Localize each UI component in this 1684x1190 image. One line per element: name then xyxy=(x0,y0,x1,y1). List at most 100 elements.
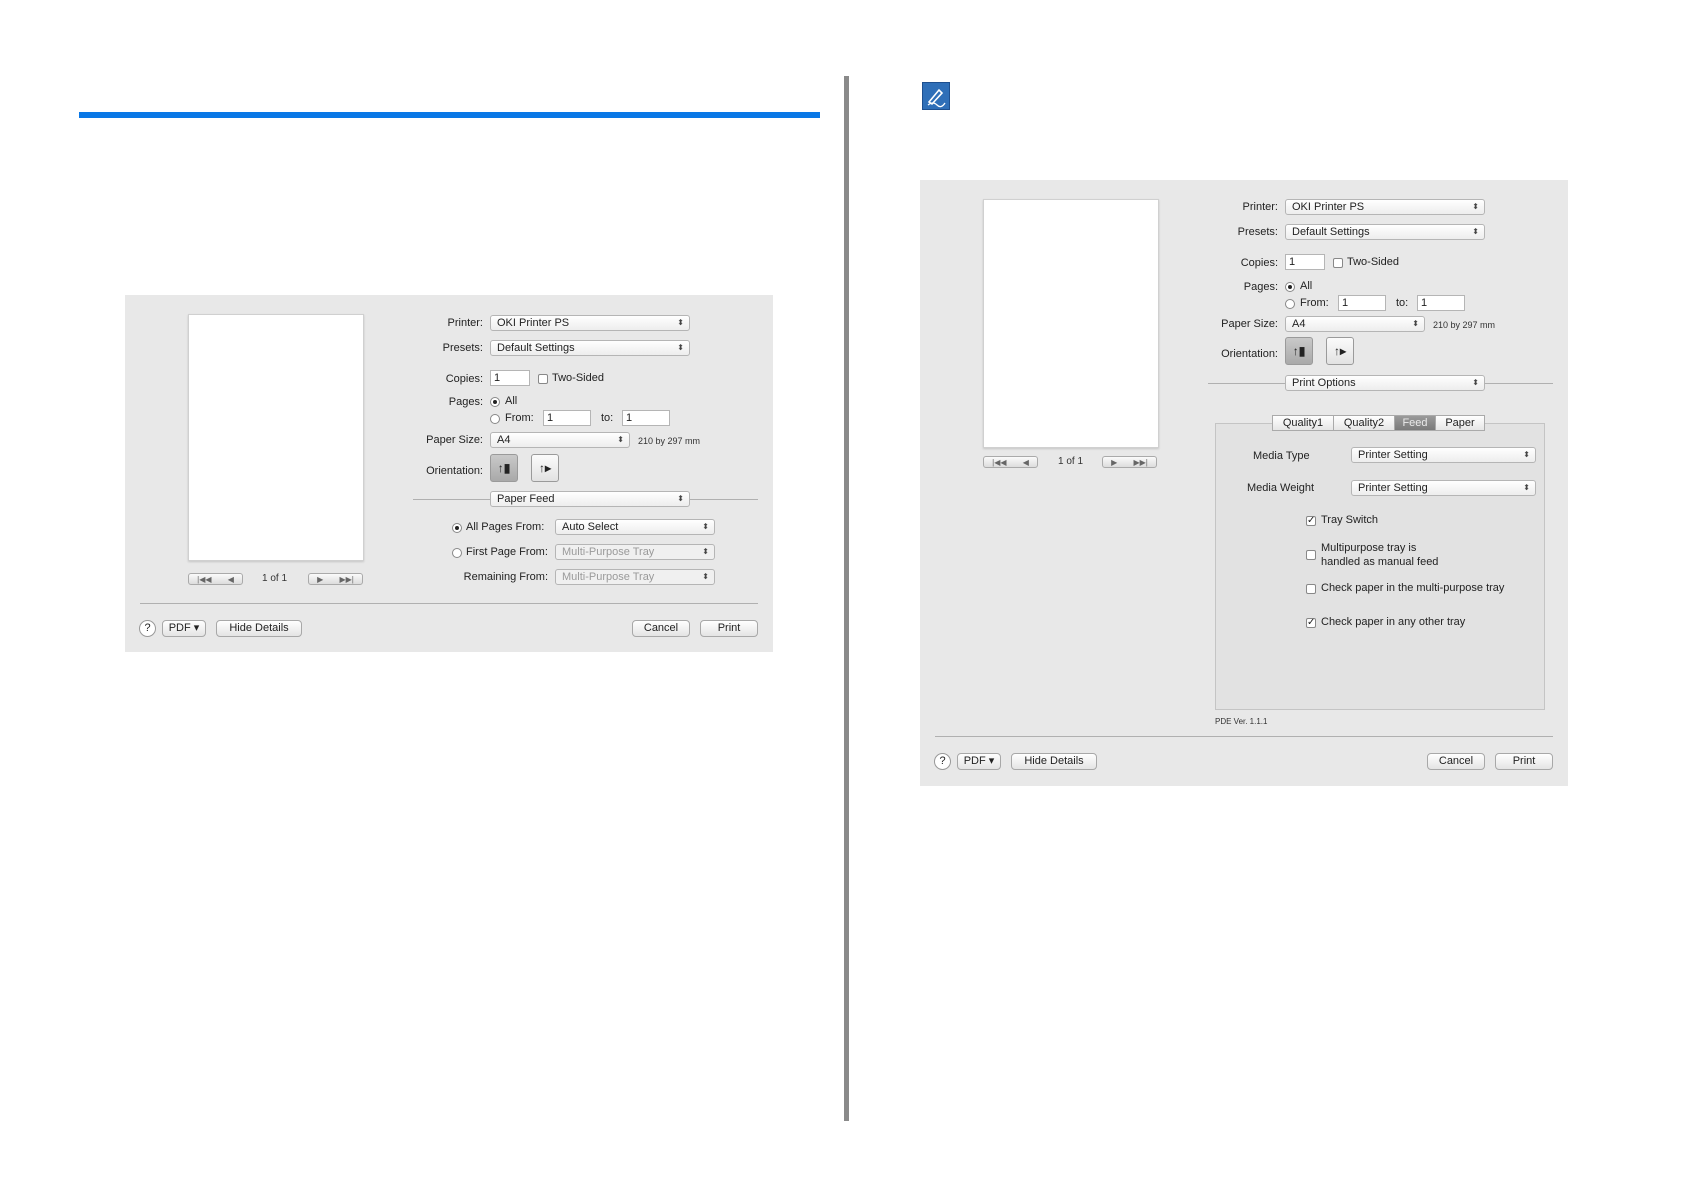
tab-feed[interactable]: Feed xyxy=(1394,415,1436,431)
landscape-orientation-icon[interactable]: ↑▸ xyxy=(531,454,559,482)
remaining-from-select[interactable]: Multi-Purpose Tray ⬍ xyxy=(555,569,715,585)
copies-field[interactable]: 1 xyxy=(490,370,530,386)
preview-next-buttons[interactable]: ▶ ▶▶| xyxy=(1102,456,1157,468)
updown-arrow-icon: ⬍ xyxy=(702,547,709,556)
section-select[interactable]: Paper Feed ⬍ xyxy=(490,491,690,507)
section-select[interactable]: Print Options ⬍ xyxy=(1285,375,1485,391)
presets-select-value: Default Settings xyxy=(497,342,575,354)
pages-all-radio[interactable] xyxy=(490,397,500,407)
remaining-from-value: Multi-Purpose Tray xyxy=(562,571,655,583)
hide-details-button[interactable]: Hide Details xyxy=(216,620,302,637)
preview-prev-buttons[interactable]: |◀◀ ◀ xyxy=(983,456,1038,468)
print-dialog-print-options: |◀◀ ◀ 1 of 1 ▶ ▶▶| Printer: OKI Printer PS… xyxy=(920,180,1568,786)
paper-dimensions: 210 by 297 mm xyxy=(1433,320,1496,330)
portrait-orientation-icon[interactable]: ↑▮ xyxy=(490,454,518,482)
updown-arrow-icon: ⬍ xyxy=(677,318,684,327)
hide-details-button[interactable]: Hide Details xyxy=(1011,753,1097,770)
check-other-tray-label: Check paper in any other tray xyxy=(1321,616,1466,628)
pages-from-radio[interactable] xyxy=(1285,299,1295,309)
check-mp-tray-checkbox[interactable] xyxy=(1306,584,1316,594)
column-divider xyxy=(844,76,849,1121)
pages-to-label: to: xyxy=(601,412,614,424)
two-sided-checkbox[interactable] xyxy=(1333,258,1343,268)
orientation-label: Orientation: xyxy=(1221,348,1278,360)
printer-label: Printer: xyxy=(1242,201,1278,213)
updown-arrow-icon: ⬍ xyxy=(1523,483,1530,492)
page-preview xyxy=(188,314,364,561)
manual-feed-checkbox[interactable] xyxy=(1306,550,1316,560)
tab-paper[interactable]: Paper xyxy=(1435,415,1485,431)
all-pages-from-label: All Pages From: xyxy=(466,521,545,533)
media-type-label: Media Type xyxy=(1253,450,1310,462)
printer-select[interactable]: OKI Printer PS ⬍ xyxy=(490,315,690,331)
pages-from-field[interactable]: 1 xyxy=(543,410,591,426)
pdf-button[interactable]: PDF ▾ xyxy=(162,620,206,637)
note-icon xyxy=(922,82,950,110)
first-page-from-radio[interactable] xyxy=(452,548,462,558)
tab-quality2[interactable]: Quality2 xyxy=(1333,415,1395,431)
cancel-button[interactable]: Cancel xyxy=(1427,753,1485,770)
pdf-button-label: PDF xyxy=(963,755,986,767)
orientation-label: Orientation: xyxy=(426,465,483,477)
landscape-orientation-icon[interactable]: ↑▸ xyxy=(1326,337,1354,365)
presets-select[interactable]: Default Settings ⬍ xyxy=(1285,224,1485,240)
preview-next-buttons[interactable]: ▶ ▶▶| xyxy=(308,573,363,585)
pages-all-label: All xyxy=(1300,280,1313,292)
help-button[interactable]: ? xyxy=(934,753,951,770)
preview-page-count: 1 of 1 xyxy=(1058,456,1084,467)
pages-all-radio[interactable] xyxy=(1285,282,1295,292)
printer-select-value: OKI Printer PS xyxy=(497,317,570,329)
paper-size-select[interactable]: A4 ⬍ xyxy=(1285,316,1425,332)
paper-dimensions: 210 by 297 mm xyxy=(638,436,701,446)
help-button[interactable]: ? xyxy=(139,620,156,637)
presets-label: Presets: xyxy=(442,342,483,354)
media-weight-select[interactable]: Printer Setting ⬍ xyxy=(1351,480,1536,496)
check-other-tray-checkbox[interactable]: ✓ xyxy=(1306,618,1316,628)
pde-version: PDE Ver. 1.1.1 xyxy=(1215,717,1268,726)
updown-arrow-icon: ⬍ xyxy=(677,494,684,503)
preview-prev-buttons[interactable]: |◀◀ ◀ xyxy=(188,573,243,585)
remaining-from-label: Remaining From: xyxy=(463,571,548,583)
section-select-value: Print Options xyxy=(1292,377,1356,389)
media-type-value: Printer Setting xyxy=(1358,449,1428,461)
two-sided-checkbox[interactable] xyxy=(538,374,548,384)
updown-arrow-icon: ⬍ xyxy=(702,522,709,531)
section-select-value: Paper Feed xyxy=(497,493,555,505)
copies-field[interactable]: 1 xyxy=(1285,254,1325,270)
pages-to-field[interactable]: 1 xyxy=(622,410,670,426)
print-button[interactable]: Print xyxy=(1495,753,1553,770)
presets-select[interactable]: Default Settings ⬍ xyxy=(490,340,690,356)
print-dialog-paper-feed: |◀◀ ◀ 1 of 1 ▶ ▶▶| Printer: OKI Printer PS… xyxy=(125,295,773,652)
pages-to-label: to: xyxy=(1396,297,1409,309)
print-button[interactable]: Print xyxy=(700,620,758,637)
media-type-select[interactable]: Printer Setting ⬍ xyxy=(1351,447,1536,463)
printer-select[interactable]: OKI Printer PS ⬍ xyxy=(1285,199,1485,215)
all-pages-from-select[interactable]: Auto Select ⬍ xyxy=(555,519,715,535)
all-pages-from-value: Auto Select xyxy=(562,521,619,533)
all-pages-from-radio[interactable] xyxy=(452,523,462,533)
updown-arrow-icon: ⬍ xyxy=(617,435,624,444)
page-preview xyxy=(983,199,1159,448)
dropdown-arrow-icon: ▾ xyxy=(193,622,200,634)
check-mp-tray-label: Check paper in the multi-purpose tray xyxy=(1321,582,1505,594)
paper-size-select[interactable]: A4 ⬍ xyxy=(490,432,630,448)
pdf-button[interactable]: PDF ▾ xyxy=(957,753,1001,770)
paper-size-value: A4 xyxy=(497,434,511,446)
tab-quality1[interactable]: Quality1 xyxy=(1272,415,1334,431)
manual-feed-label-line1: Multipurpose tray is xyxy=(1321,542,1417,554)
pages-to-field[interactable]: 1 xyxy=(1417,295,1465,311)
pages-from-radio[interactable] xyxy=(490,414,500,424)
preview-page-count: 1 of 1 xyxy=(262,573,288,584)
tray-switch-checkbox[interactable]: ✓ xyxy=(1306,516,1316,526)
pages-label: Pages: xyxy=(448,396,483,408)
pages-label: Pages: xyxy=(1243,281,1278,293)
two-sided-label: Two-Sided xyxy=(1347,256,1399,268)
cancel-button[interactable]: Cancel xyxy=(632,620,690,637)
first-page-from-select[interactable]: Multi-Purpose Tray ⬍ xyxy=(555,544,715,560)
portrait-orientation-icon[interactable]: ↑▮ xyxy=(1285,337,1313,365)
tray-switch-label: Tray Switch xyxy=(1321,514,1379,526)
printer-label: Printer: xyxy=(447,317,483,329)
updown-arrow-icon: ⬍ xyxy=(702,572,709,581)
paper-size-label: Paper Size: xyxy=(1221,318,1278,330)
pages-from-field[interactable]: 1 xyxy=(1338,295,1386,311)
